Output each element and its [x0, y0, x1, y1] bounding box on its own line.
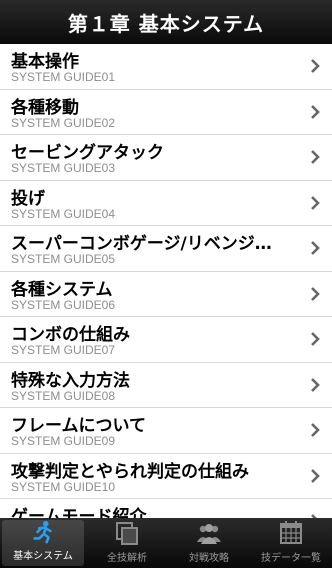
chevron-right-icon	[311, 423, 320, 437]
list-item[interactable]: ゲームモード紹介	[0, 499, 332, 518]
tab-move-data-list[interactable]: 技データ一覧	[250, 518, 332, 568]
chevron-right-icon	[311, 332, 320, 346]
list-item[interactable]: スーパーコンボゲージ/リベンジ… SYSTEM GUIDE05	[0, 226, 332, 272]
list-item[interactable]: 特殊な入力方法 SYSTEM GUIDE08	[0, 363, 332, 408]
list-item-subtitle: SYSTEM GUIDE07	[11, 343, 116, 357]
list-item-title: セービングアタック	[11, 143, 164, 163]
list-item-title: 投げ	[11, 188, 45, 209]
list-item-title: スーパーコンボゲージ/リベンジ…	[11, 234, 272, 254]
calendar-grid-icon	[280, 521, 302, 544]
list-item-subtitle: SYSTEM GUIDE10	[11, 479, 116, 494]
tab-label: 基本システム	[13, 551, 73, 562]
list-item[interactable]: 基本操作 SYSTEM GUIDE01	[0, 44, 332, 90]
list-item-subtitle: SYSTEM GUIDE09	[11, 434, 116, 448]
people-icon	[197, 524, 221, 544]
list-item-title: ゲームモード紹介	[11, 507, 147, 518]
chevron-right-icon	[311, 468, 320, 483]
chevron-right-icon	[311, 241, 320, 255]
list-item-title: 各種システム	[11, 279, 113, 300]
tab-bar: 基本システム 全技解析 対戦攻略 技データ一覧	[0, 518, 332, 568]
list-item-title: 特殊な入力方法	[11, 370, 130, 391]
list-item[interactable]: セービングアタック SYSTEM GUIDE03	[0, 135, 332, 181]
list-item-subtitle: SYSTEM GUIDE06	[11, 297, 116, 312]
tab-all-moves[interactable]: 全技解析	[86, 518, 168, 568]
list-item-subtitle: SYSTEM GUIDE01	[11, 70, 116, 84]
guide-list[interactable]: 基本操作 SYSTEM GUIDE01 各種移動 SYSTEM GUIDE02 …	[0, 44, 332, 518]
navigation-bar: 第１章 基本システム	[0, 0, 332, 45]
chevron-right-icon	[311, 150, 320, 164]
chevron-right-icon	[311, 59, 320, 73]
chevron-right-icon	[311, 377, 320, 392]
chevron-right-icon	[311, 104, 320, 119]
stacked-pages-icon	[116, 522, 138, 545]
list-item-subtitle: SYSTEM GUIDE05	[11, 252, 116, 266]
page-title: 第１章 基本システム	[67, 11, 265, 36]
running-figure-icon	[33, 520, 52, 544]
list-item-title: 攻撃判定とやられ判定の仕組み	[11, 461, 249, 482]
list-item-title: フレームについて	[11, 416, 146, 436]
tab-matchup-strategy[interactable]: 対戦攻略	[168, 518, 250, 568]
chevron-right-icon	[311, 195, 320, 210]
list-item-subtitle: SYSTEM GUIDE03	[11, 161, 116, 175]
list-item[interactable]: 攻撃判定とやられ判定の仕組み SYSTEM GUIDE10	[0, 454, 332, 499]
tab-basic-system[interactable]: 基本システム	[2, 520, 84, 566]
list-item[interactable]: 各種移動 SYSTEM GUIDE02	[0, 90, 332, 135]
list-item-subtitle: SYSTEM GUIDE02	[11, 115, 116, 130]
list-item-title: コンボの仕組み	[11, 325, 130, 345]
list-item[interactable]: コンボの仕組み SYSTEM GUIDE07	[0, 317, 332, 363]
list-item[interactable]: フレームについて SYSTEM GUIDE09	[0, 408, 332, 454]
list-item[interactable]: 投げ SYSTEM GUIDE04	[0, 181, 332, 226]
tab-label: 全技解析	[107, 553, 147, 564]
tab-label: 対戦攻略	[189, 553, 229, 564]
list-item-title: 各種移動	[11, 97, 79, 118]
list-item-subtitle: SYSTEM GUIDE08	[11, 388, 116, 403]
list-item-title: 基本操作	[11, 52, 79, 72]
chevron-right-icon	[311, 286, 320, 301]
list-item-subtitle: SYSTEM GUIDE04	[11, 206, 116, 221]
list-item[interactable]: 各種システム SYSTEM GUIDE06	[0, 272, 332, 317]
tab-label: 技データ一覧	[261, 553, 321, 564]
